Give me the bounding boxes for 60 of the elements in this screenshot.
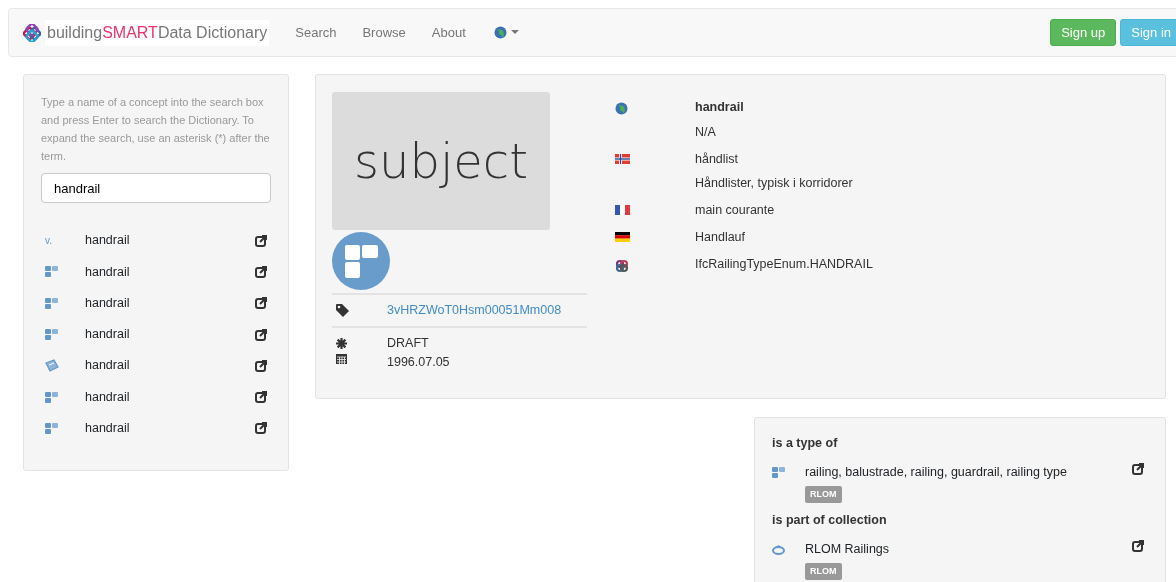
tag-label: RLOM (805, 562, 842, 580)
globe-icon (615, 102, 628, 115)
external-link-icon (255, 422, 267, 435)
search-field[interactable]: handrail (41, 173, 271, 203)
tag-icon (336, 303, 349, 317)
caret-icon (510, 30, 519, 35)
external-link-icon (255, 265, 267, 278)
external-link-icon (255, 234, 267, 247)
result-link[interactable]: handrail (85, 387, 130, 407)
result-link[interactable]: handrail (85, 325, 130, 344)
result-link[interactable]: handrail (85, 293, 130, 313)
external-link-icon (1132, 539, 1144, 552)
subject-badge-icon (332, 232, 390, 290)
asterisk-icon (336, 337, 347, 349)
blocks-icon (45, 297, 58, 309)
nav-link[interactable]: Browse (362, 22, 406, 43)
external-link-icon (255, 359, 267, 372)
result-link[interactable]: handrail (85, 419, 130, 438)
germany-flag-icon (615, 231, 630, 242)
vocabulary-mark: v. (45, 235, 53, 247)
term-name: handrail (695, 99, 744, 116)
france-flag-icon (615, 205, 630, 215)
language-dropdown[interactable] (493, 26, 519, 39)
blocks-icon (45, 422, 58, 434)
relation-heading: is part of collection (772, 512, 888, 529)
term-name: IfcRailingTypeEnum.HANDRAIL (695, 255, 873, 273)
term-name: main courante (695, 202, 775, 219)
globe-icon (493, 26, 507, 39)
term-name: Handlauf (695, 228, 746, 246)
nav-link[interactable]: Search (295, 22, 337, 43)
book-icon (45, 359, 59, 373)
relation-link[interactable]: railing, balustrade, railing, guardrail, railing type (805, 462, 1067, 482)
blocks-icon (45, 391, 58, 403)
term-name: håndlist (695, 150, 740, 168)
result-link[interactable]: handrail (85, 356, 130, 376)
brand-logo[interactable]: buildingSMARTData Dictionary (45, 19, 270, 46)
result-link[interactable]: handrail (85, 231, 130, 250)
cloud-icon (772, 543, 785, 555)
type-label: subject (332, 92, 550, 230)
external-link-icon (1132, 462, 1144, 475)
external-link-icon (255, 328, 267, 341)
help-text: Type a name of a concept into the search box and press Enter to search the Dictionary. To expand the search, use an asterisk (*) after the term. (41, 95, 271, 164)
external-link-icon (255, 297, 267, 310)
result-link[interactable]: handrail (85, 262, 130, 282)
blocks-icon (45, 329, 58, 341)
status-text: DRAFT (387, 334, 430, 352)
term-description: Håndlister, typisk i korridorer (695, 175, 853, 193)
calendar-icon (336, 352, 347, 364)
knot-icon (615, 258, 629, 273)
nav-link[interactable]: About (431, 22, 466, 43)
term-description: N/A (695, 123, 717, 141)
blocks-icon (45, 266, 58, 278)
relation-heading: is a type of (772, 435, 839, 452)
blocks-icon (772, 466, 785, 478)
date-text: 1996.07.05 (387, 353, 450, 371)
norway-flag-icon (615, 153, 630, 164)
relation-link[interactable]: RLOM Railings (805, 539, 890, 559)
tag-label: RLOM (805, 485, 842, 503)
logo-icon (23, 23, 41, 42)
external-link-icon (255, 391, 267, 404)
